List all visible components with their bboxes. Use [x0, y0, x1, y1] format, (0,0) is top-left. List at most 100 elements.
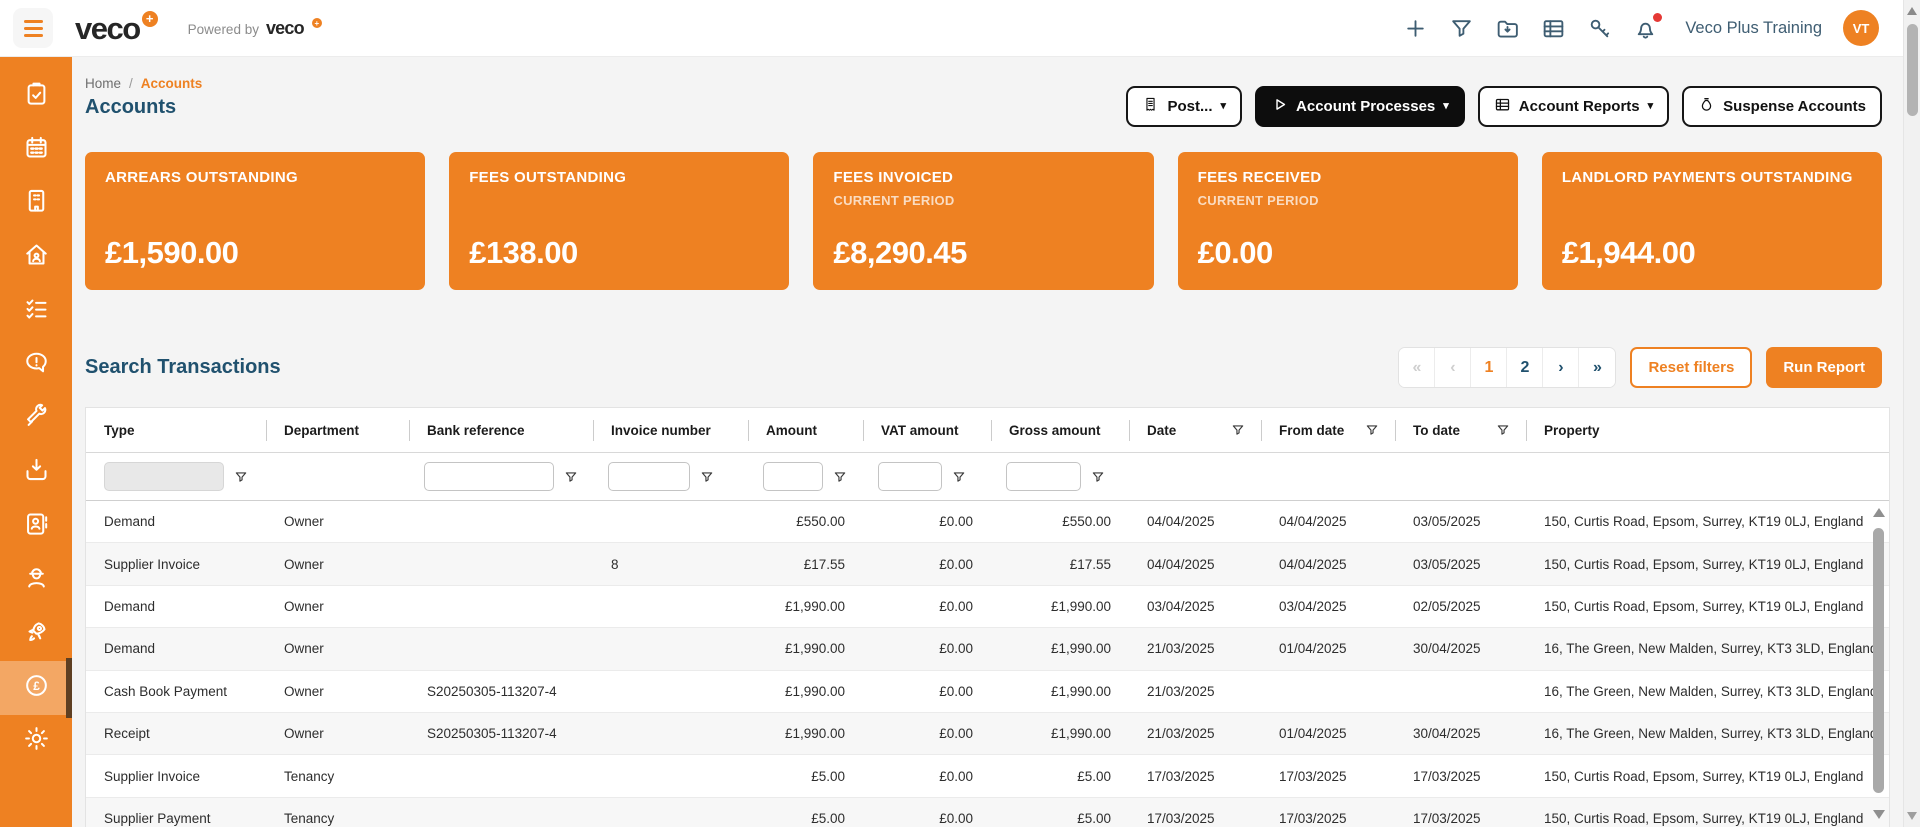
sidebar-item-building[interactable] [0, 177, 72, 231]
column-header-type[interactable]: Type [86, 408, 266, 452]
cell-gross-amount: £1,990.00 [1050, 683, 1111, 699]
sidebar-item-clipboard[interactable] [0, 69, 72, 123]
avatar[interactable]: VT [1843, 10, 1879, 46]
post-button-label: Post... [1167, 98, 1213, 115]
pagination-first-page[interactable]: « [1399, 348, 1436, 387]
cell-type: Supplier Invoice [104, 768, 201, 784]
kpi-card-5[interactable]: LANDLORD PAYMENTS OUTSTANDING £1,944.00 [1541, 152, 1883, 290]
column-header-label: VAT amount [881, 422, 959, 438]
column-header-gross-amount[interactable]: Gross amount [991, 408, 1129, 452]
filter-input-gross-amount[interactable] [1006, 462, 1081, 491]
key-icon[interactable] [1587, 16, 1612, 41]
table-row[interactable]: Receipt Owner S20250305-113207-4 £1,990.00 £… [86, 712, 1889, 756]
sidebar-item-rocket[interactable] [0, 607, 72, 661]
worker-icon [23, 564, 50, 596]
pagination-page-2[interactable]: 2 [1507, 348, 1544, 387]
cell-amount: £5.00 [811, 810, 845, 826]
scroll-down-icon[interactable] [1872, 810, 1885, 819]
sidebar-item-calendar[interactable] [0, 123, 72, 177]
sidebar-item-chat[interactable] [0, 338, 72, 392]
plus-icon[interactable] [1403, 16, 1428, 41]
pagination-last-page[interactable]: » [1579, 348, 1616, 387]
table-row[interactable]: Demand Owner £550.00 £0.00 £550.00 04/04/2025… [86, 501, 1889, 544]
kpi-value: £1,590.00 [105, 235, 239, 270]
table-row[interactable]: Supplier Invoice Tenancy £5.00 £0.00 £5.00 17… [86, 755, 1889, 798]
sidebar-item-downloads[interactable] [0, 446, 72, 500]
account-processes-label: Account Processes [1296, 98, 1436, 115]
sidebar-item-tasks[interactable] [0, 284, 72, 338]
menu-icon[interactable] [13, 8, 53, 48]
column-header-date[interactable]: Date [1129, 408, 1261, 452]
suspense-accounts-button[interactable]: Suspense Accounts [1682, 86, 1882, 127]
filter-input-amount[interactable] [763, 462, 823, 491]
account-name[interactable]: Veco Plus Training [1685, 19, 1822, 38]
filter-input-bank-reference[interactable] [424, 462, 554, 491]
table-row[interactable]: Supplier Payment Tenancy £5.00 £0.00 £5.00 17… [86, 797, 1889, 827]
account-reports-button[interactable]: Account Reports ▾ [1477, 86, 1670, 127]
filter-funnel-icon[interactable] [952, 470, 966, 484]
table-row[interactable]: Demand Owner £1,990.00 £0.00 £1,990.00 21/03/… [86, 628, 1889, 671]
cell-invoice-number [593, 501, 748, 542]
column-header-label: Date [1147, 422, 1177, 438]
filter-funnel-icon[interactable] [234, 470, 248, 484]
filter-funnel-icon[interactable] [1091, 470, 1105, 484]
table-row[interactable]: Demand Owner £1,990.00 £0.00 £1,990.00 03/04/… [86, 586, 1889, 629]
cell-department: Owner [284, 556, 324, 572]
sidebar-item-settings[interactable] [0, 715, 72, 769]
filter-funnel-icon[interactable] [1365, 423, 1379, 437]
page-scroll-down-icon[interactable] [1907, 812, 1917, 820]
column-header-to-date[interactable]: To date [1395, 408, 1526, 452]
filter-funnel-icon[interactable] [1231, 423, 1245, 437]
sidebar-item-worker[interactable] [0, 553, 72, 607]
filter-input-vat-amount[interactable] [878, 462, 942, 491]
filter-funnel-icon[interactable] [833, 470, 847, 484]
sidebar-item-accounts[interactable]: £ [0, 657, 72, 718]
tools-icon [23, 403, 50, 435]
filter-funnel-icon[interactable] [700, 470, 714, 484]
account-processes-button[interactable]: Account Processes ▾ [1255, 86, 1465, 127]
notification-badge [1653, 12, 1663, 22]
column-header-invoice-number[interactable]: Invoice number [593, 408, 748, 452]
kpi-card-1[interactable]: ARREARS OUTSTANDING £1,590.00 [85, 152, 426, 290]
page-scrollbar-thumb[interactable] [1907, 24, 1918, 116]
filter-input-invoice-number[interactable] [608, 462, 690, 491]
table-scrollbar-thumb[interactable] [1873, 528, 1884, 793]
post-button[interactable]: Post... ▾ [1126, 86, 1243, 127]
main-content: Home / Accounts Accounts Post... ▾ Accou… [72, 57, 1903, 827]
kpi-card-3[interactable]: FEES INVOICED CURRENT PERIOD £8,290.45 [813, 152, 1154, 290]
cell-to-date: 03/05/2025 [1413, 514, 1481, 530]
filter-icon[interactable] [1449, 16, 1474, 41]
column-header-bank-reference[interactable]: Bank reference [409, 408, 593, 452]
sidebar-item-tools[interactable] [0, 392, 72, 446]
cell-date: 17/03/2025 [1147, 810, 1215, 826]
filter-funnel-icon[interactable] [1496, 423, 1510, 437]
grid-icon[interactable] [1541, 16, 1566, 41]
column-header-department[interactable]: Department [266, 408, 409, 452]
filter-funnel-icon[interactable] [564, 470, 578, 484]
column-header-from-date[interactable]: From date [1261, 408, 1395, 452]
filter-cell-amount [748, 453, 863, 500]
run-report-button[interactable]: Run Report [1766, 347, 1882, 388]
pagination-next-page[interactable]: › [1543, 348, 1580, 387]
reset-filters-button[interactable]: Reset filters [1630, 347, 1753, 388]
column-header-amount[interactable]: Amount [748, 408, 863, 452]
sidebar-item-contacts[interactable] [0, 499, 72, 553]
column-header-vat-amount[interactable]: VAT amount [863, 408, 991, 452]
cell-to-date: 17/03/2025 [1413, 768, 1481, 784]
scroll-up-icon[interactable] [1872, 508, 1885, 517]
table-row[interactable]: Supplier Invoice Owner 8 £17.55 £0.00 £17.55 0… [86, 543, 1889, 586]
page-scroll-up-icon[interactable] [1907, 7, 1917, 15]
filter-input-type[interactable] [104, 462, 224, 491]
pagination-page-1[interactable]: 1 [1471, 348, 1508, 387]
bell-icon[interactable] [1633, 12, 1663, 41]
column-header-property[interactable]: Property [1526, 408, 1889, 452]
house-icon [23, 241, 50, 273]
table-row[interactable]: Cash Book Payment Owner S20250305-113207-4… [86, 671, 1889, 713]
breadcrumb-home-link[interactable]: Home [85, 76, 121, 91]
sidebar-item-house[interactable] [0, 230, 72, 284]
logo-text: veco [75, 10, 141, 46]
pagination-prev-page[interactable]: ‹ [1435, 348, 1472, 387]
kpi-card-2[interactable]: FEES OUTSTANDING £138.00 [449, 152, 790, 290]
folder-download-icon[interactable] [1495, 16, 1520, 41]
kpi-card-4[interactable]: FEES RECEIVED CURRENT PERIOD £0.00 [1177, 152, 1518, 290]
